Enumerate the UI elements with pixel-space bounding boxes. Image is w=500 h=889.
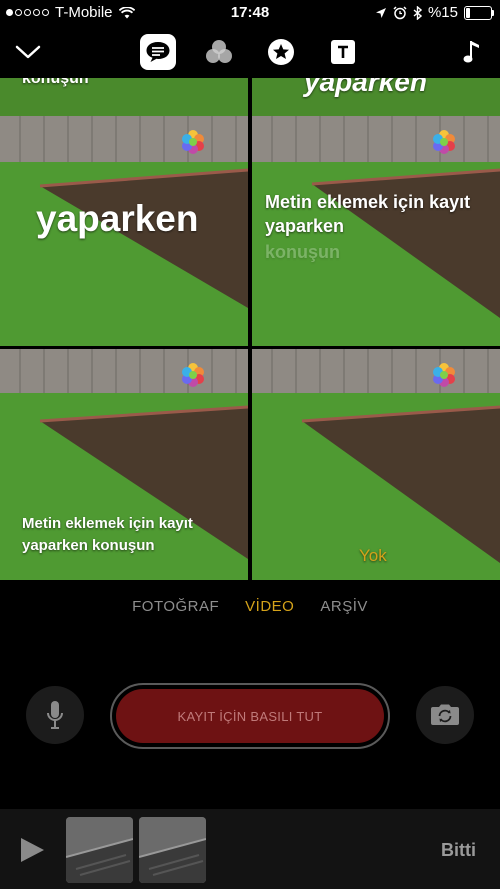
caption-main: Yok bbox=[359, 546, 387, 565]
switch-camera-button[interactable] bbox=[416, 686, 474, 744]
effects-toolbar bbox=[0, 30, 500, 76]
caption-main: yaparken bbox=[36, 198, 199, 239]
music-icon[interactable] bbox=[454, 34, 490, 70]
battery-icon bbox=[464, 5, 494, 20]
microphone-button[interactable] bbox=[26, 686, 84, 744]
clip-thumbnail[interactable] bbox=[139, 817, 206, 883]
title-posters-icon[interactable] bbox=[325, 34, 361, 70]
caption-top: konuşun bbox=[22, 78, 89, 87]
mode-photo[interactable]: FOTOĞRAF bbox=[132, 598, 219, 624]
photos-pinwheel-icon bbox=[433, 363, 455, 387]
location-arrow-icon bbox=[375, 7, 386, 18]
chevron-down-icon[interactable] bbox=[10, 34, 46, 70]
stickers-icon[interactable] bbox=[263, 34, 299, 70]
done-button[interactable]: Bitti bbox=[441, 840, 476, 861]
alarm-clock-icon bbox=[393, 5, 407, 19]
bluetooth-icon bbox=[413, 5, 422, 20]
filters-icon[interactable] bbox=[201, 34, 237, 70]
photos-pinwheel-icon bbox=[182, 363, 204, 387]
caption-main: Metin eklemek için kayıt yaparken bbox=[265, 192, 471, 236]
preview-cell-4[interactable]: Yok bbox=[252, 349, 500, 580]
preview-cell-2[interactable]: yaparken Metin eklemek için kayıt yapark… bbox=[252, 78, 500, 346]
clips-timeline-bar: Bitti bbox=[0, 809, 500, 889]
clip-thumbnail[interactable] bbox=[66, 817, 133, 883]
live-preview-grid[interactable]: konuşun yaparken yaparken Metin eklemek … bbox=[0, 78, 500, 580]
camera-flip-icon bbox=[431, 704, 459, 725]
record-button-label: KAYIT İÇİN BASILI TUT bbox=[116, 689, 384, 743]
caption-sub: konuşun bbox=[265, 242, 340, 262]
mode-archive[interactable]: ARŞİV bbox=[320, 598, 368, 624]
preview-cell-1[interactable]: konuşun yaparken bbox=[0, 78, 248, 346]
record-button[interactable]: KAYIT İÇİN BASILI TUT bbox=[110, 683, 390, 749]
caption-main: Metin eklemek için kayıt yaparken konuşu… bbox=[22, 515, 193, 554]
status-bar: T-Mobile 17:48 %15 bbox=[0, 0, 500, 26]
play-icon[interactable] bbox=[18, 836, 46, 864]
preview-cell-3[interactable]: Metin eklemek için kayıt yaparken konuşu… bbox=[0, 349, 248, 580]
photos-pinwheel-icon bbox=[433, 130, 455, 154]
live-titles-icon[interactable] bbox=[140, 34, 176, 70]
photos-pinwheel-icon bbox=[182, 130, 204, 154]
capture-mode-selector: FOTOĞRAF VİDEO ARŞİV bbox=[0, 598, 500, 624]
caption-top: yaparken bbox=[304, 78, 427, 97]
mode-video[interactable]: VİDEO bbox=[245, 598, 294, 624]
microphone-icon bbox=[47, 701, 63, 729]
status-right: %15 bbox=[375, 4, 494, 21]
battery-percent: %15 bbox=[427, 4, 458, 21]
